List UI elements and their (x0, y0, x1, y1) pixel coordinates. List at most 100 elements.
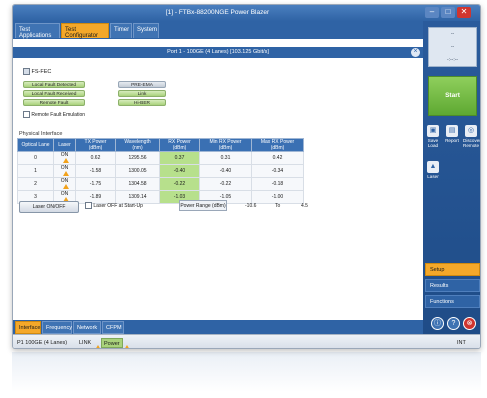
tx-power-cell: -1.58 (75, 164, 116, 178)
power-warning-icon (124, 340, 130, 348)
discover-remote-button[interactable]: ◎ Discover Remote (463, 125, 481, 151)
link-indicator: Link (118, 90, 166, 97)
laser-cell: ON (53, 164, 76, 178)
table-row: 2 ON -1.75 1304.58 -0.22 -0.22 -0.18 (17, 177, 304, 191)
tx-power-cell: 0.62 (75, 151, 116, 165)
lane-cell: 1 (17, 164, 54, 178)
status-link: LINK (79, 340, 92, 346)
laser-warning-icon (62, 184, 69, 190)
table-row: 0 ON 0.62 1295.56 0.37 0.31 0.42 (17, 151, 304, 165)
laser-off-startup-toggle[interactable]: Laser OFF at Start-Up (85, 202, 143, 209)
status-port: P1 100GE (4 Lanes) (17, 340, 68, 346)
max-rx-power-cell: -0.18 (251, 177, 304, 191)
lane-cell: 2 (17, 177, 54, 191)
tab-system[interactable]: System (133, 23, 159, 38)
test-configurator-panel: FS-FEC Local Fault Detected Local Fault … (13, 58, 423, 320)
save-load-label: Save Load (427, 138, 439, 148)
remote-fault-indicator: Remote Fault (23, 99, 85, 106)
column-header: Optical Lane (17, 138, 54, 152)
info-line: -:--:-- (446, 57, 459, 63)
power-range-high: 4.5 (301, 203, 308, 209)
rx-power-cell: -0.40 (159, 164, 200, 178)
info-icon[interactable]: ⓘ (431, 317, 444, 330)
column-header: Laser (53, 138, 76, 152)
laser-warning-icon (62, 171, 69, 177)
exit-icon[interactable]: ⊗ (463, 317, 476, 330)
wavelength-cell: 1295.56 (115, 151, 160, 165)
right-panel: -- -- -:--:-- Start ▣ Save Load ▤ Report… (423, 21, 481, 334)
top-tab-bar: Test Applications Test Configurator Time… (13, 21, 423, 39)
close-button[interactable]: ✕ (457, 7, 471, 18)
tab-test-configurator[interactable]: Test Configurator (61, 23, 109, 39)
laser-off-startup-checkbox[interactable] (85, 202, 92, 209)
tab-network[interactable]: Network (73, 321, 101, 334)
min-rx-power-cell: 0.31 (199, 151, 252, 165)
column-header: TX Power (dBm) (75, 138, 116, 152)
local-fault-detected-indicator: Local Fault Detected (23, 81, 85, 88)
hi-ber-indicator: Hi-BER (118, 99, 166, 106)
port-title: Port 1 - 100GE (4 Lanes) [103.125 Gbit/s… (167, 49, 269, 55)
pre-emphasis-indicator: PRE-EMA (118, 81, 166, 88)
port-header: Port 1 - 100GE (4 Lanes) [103.125 Gbit/s… (13, 47, 423, 58)
start-button[interactable]: Start (428, 76, 477, 116)
fs-fec-toggle[interactable]: FS-FEC (23, 68, 51, 75)
bottom-tab-bar: Interface Frequency Network CFPM (13, 320, 423, 334)
maximize-button[interactable]: □ (441, 7, 455, 18)
max-rx-power-cell: -1.00 (251, 190, 304, 204)
tab-test-applications[interactable]: Test Applications (15, 23, 60, 39)
column-header: RX Power (dBm) (159, 138, 200, 152)
min-rx-power-cell: -0.40 (199, 164, 252, 178)
status-bar: P1 100GE (4 Lanes) LINK Power INT (13, 334, 480, 348)
port-close-icon[interactable]: × (411, 48, 420, 57)
report-button[interactable]: ▤ Report (444, 125, 460, 151)
laser-icon: ▲ (427, 161, 439, 173)
laser-cell: ON (53, 177, 76, 191)
lane-cell: 0 (17, 151, 54, 165)
power-range-to: To (275, 203, 281, 209)
laser-cell: ON (53, 151, 76, 165)
fs-fec-label: FS-FEC (31, 68, 52, 75)
laser-status: ON (60, 152, 69, 158)
laser-status: ON (60, 165, 69, 171)
local-fault-received-indicator: Local Fault Received (23, 90, 85, 97)
minimize-button[interactable]: – (425, 7, 439, 18)
functions-button[interactable]: Functions (425, 295, 480, 308)
rx-power-cell: 0.37 (159, 151, 200, 165)
discover-remote-label: Discover Remote (463, 138, 481, 148)
remote-fault-emulation-label: Remote Fault Emulation (31, 111, 86, 118)
report-label: Report (445, 138, 459, 143)
setup-button[interactable]: Setup (425, 263, 480, 276)
laser-status: ON (60, 191, 69, 197)
column-header: Wavelength (nm) (115, 138, 160, 152)
laser-status: ON (60, 178, 69, 184)
info-line: -- (450, 31, 455, 37)
results-button[interactable]: Results (425, 279, 480, 292)
max-rx-power-cell: -0.34 (251, 164, 304, 178)
status-power: Power (101, 338, 123, 348)
remote-fault-emulation-checkbox[interactable] (23, 111, 30, 118)
max-rx-power-cell: 0.42 (251, 151, 304, 165)
help-icon[interactable]: ? (447, 317, 460, 330)
window-reflection (12, 352, 481, 392)
laser-warning-icon (62, 158, 69, 164)
title-bar: [1] - FTBx-88200NGE Power Blazer – □ ✕ (13, 5, 480, 21)
physical-interface-title: Physical Interface (19, 131, 63, 137)
app-window: [1] - FTBx-88200NGE Power Blazer – □ ✕ T… (12, 4, 481, 349)
tab-timer[interactable]: Timer (110, 23, 132, 38)
save-icon: ▣ (427, 125, 439, 137)
report-icon: ▤ (446, 125, 458, 137)
wavelength-cell: 1304.58 (115, 177, 160, 191)
power-range-label: Power Range (dBm) (179, 200, 227, 211)
table-header-row: Optical Lane Laser TX Power (dBm) Wavele… (17, 138, 304, 152)
fs-fec-checkbox[interactable] (23, 68, 30, 75)
remote-fault-emulation-toggle[interactable]: Remote Fault Emulation (23, 111, 85, 118)
laser-on-off-button[interactable]: Laser ON/OFF (19, 201, 79, 213)
laser-button[interactable]: ▲ Laser (425, 161, 441, 187)
window-title: [1] - FTBx-88200NGE Power Blazer (165, 9, 270, 16)
tab-interface[interactable]: Interface (15, 321, 41, 334)
physical-interface-table: Optical Lane Laser TX Power (dBm) Wavele… (17, 138, 304, 204)
info-line: -- (450, 44, 455, 50)
tab-cfpm[interactable]: CFPM (102, 321, 124, 334)
tab-frequency[interactable]: Frequency (42, 321, 72, 334)
save-load-button[interactable]: ▣ Save Load (425, 125, 441, 151)
